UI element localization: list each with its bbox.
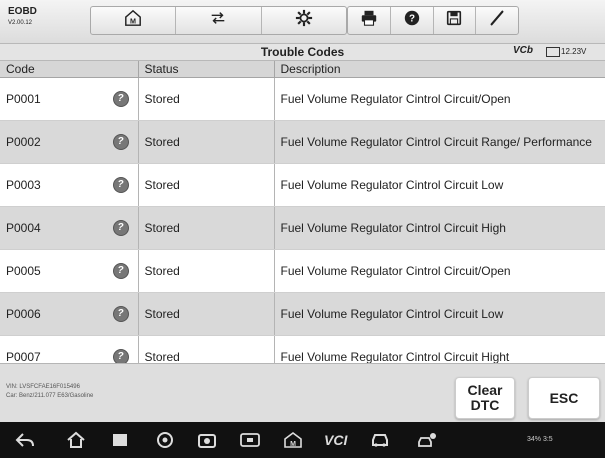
- trouble-codes-table: Code Status Description P0001? Stored Fu…: [0, 61, 605, 379]
- description-cell: Fuel Volume Regulator Cintrol Circuit Hi…: [274, 206, 605, 250]
- vehicle-swap-button[interactable]: [175, 7, 260, 34]
- footer-bar: VIN: LVSFCFAE16F015496 Car: Benz/211.077…: [0, 363, 605, 422]
- description-cell: Fuel Volume Regulator Cintrol Circuit Lo…: [274, 163, 605, 207]
- dtc-code: P0003: [6, 178, 41, 192]
- table-row[interactable]: P0004? Stored Fuel Volume Regulator Cint…: [0, 206, 605, 250]
- help-icon[interactable]: ?: [113, 178, 128, 192]
- vin-label: VIN: LVSFCFAE16F015496: [6, 384, 80, 390]
- code-cell: P0001?: [0, 77, 139, 121]
- description-cell: Fuel Volume Regulator Cintrol Circuit/Op…: [274, 249, 605, 293]
- clear-dtc-label: Clear DTC: [467, 383, 502, 413]
- table-row[interactable]: P0002? Stored Fuel Volume Regulator Cint…: [0, 120, 605, 164]
- table-row[interactable]: P0003? Stored Fuel Volume Regulator Cint…: [0, 163, 605, 207]
- clear-label-line2: DTC: [470, 397, 500, 413]
- help-icon[interactable]: ?: [113, 92, 128, 106]
- car-repair-icon[interactable]: [418, 431, 438, 449]
- save-icon: [445, 9, 463, 32]
- battery-icon: [546, 47, 560, 57]
- toolbar-group-secondary: ?: [347, 6, 519, 35]
- title-bar: Trouble Codes VCb 12.23V: [0, 44, 605, 61]
- vehicle-swap-icon: [209, 9, 227, 32]
- home-icon[interactable]: [66, 431, 86, 449]
- keyboard-icon[interactable]: [240, 431, 260, 449]
- table-row[interactable]: P0001? Stored Fuel Volume Regulator Cint…: [0, 77, 605, 121]
- toolbar-group-main: M: [90, 6, 347, 35]
- gear-icon: [295, 9, 313, 32]
- save-button[interactable]: [432, 7, 476, 34]
- camera-icon[interactable]: [197, 431, 217, 449]
- status-cell: Stored: [138, 120, 275, 164]
- column-header-description: Description: [274, 61, 605, 78]
- help-button[interactable]: ?: [389, 7, 433, 34]
- svg-text:M: M: [130, 16, 136, 25]
- back-icon[interactable]: [15, 431, 35, 449]
- autel-home-icon[interactable]: M: [283, 431, 303, 449]
- app-name: EOBD: [8, 6, 37, 17]
- app-version: V2.00.12: [8, 20, 33, 26]
- status-cell: Stored: [138, 77, 275, 121]
- help-icon[interactable]: ?: [113, 350, 128, 364]
- recent-apps-icon[interactable]: [110, 431, 130, 449]
- code-cell: P0002?: [0, 120, 139, 164]
- code-cell: P0003?: [0, 163, 139, 207]
- vci-status: VCb: [513, 45, 533, 56]
- svg-text:M: M: [290, 441, 296, 448]
- home-m-icon: M: [124, 9, 142, 32]
- system-status: 34% 3:5: [527, 436, 553, 443]
- code-cell: P0006?: [0, 292, 139, 336]
- table-row[interactable]: P0006? Stored Fuel Volume Regulator Cint…: [0, 292, 605, 336]
- browser-icon[interactable]: [155, 431, 175, 449]
- dtc-code: P0005: [6, 264, 41, 278]
- dtc-code: P0006: [6, 307, 41, 321]
- android-nav-bar: M VCI 34% 3:5: [0, 422, 605, 458]
- description-cell: Fuel Volume Regulator Cintrol Circuit Ra…: [274, 120, 605, 164]
- battery-voltage: 12.23V: [561, 47, 587, 56]
- vci-icon[interactable]: VCI: [324, 432, 352, 450]
- description-cell: Fuel Volume Regulator Cintrol Circuit Lo…: [274, 292, 605, 336]
- dtc-code: P0001: [6, 92, 41, 106]
- help-icon[interactable]: ?: [113, 135, 128, 149]
- table-header-row: Code Status Description: [0, 61, 605, 78]
- help-icon[interactable]: ?: [113, 307, 128, 321]
- car-label: Car: Benz/211.077 E63/Gasoline: [6, 393, 94, 399]
- settings-button[interactable]: [260, 7, 346, 34]
- column-header-status: Status: [138, 61, 275, 78]
- status-cell: Stored: [138, 206, 275, 250]
- help-icon: ?: [403, 9, 421, 32]
- status-cell: Stored: [138, 249, 275, 293]
- car-icon[interactable]: [370, 431, 390, 449]
- home-button[interactable]: M: [91, 7, 175, 34]
- dtc-code: P0004: [6, 221, 41, 235]
- dtc-code: P0002: [6, 135, 41, 149]
- status-cell: Stored: [138, 163, 275, 207]
- status-cell: Stored: [138, 292, 275, 336]
- code-cell: P0005?: [0, 249, 139, 293]
- code-cell: P0004?: [0, 206, 139, 250]
- printer-icon: [360, 9, 378, 32]
- help-icon[interactable]: ?: [113, 264, 128, 278]
- column-header-code: Code: [0, 61, 139, 78]
- esc-button[interactable]: ESC: [528, 377, 600, 419]
- dtc-code: P0007: [6, 350, 41, 364]
- table-row[interactable]: P0005? Stored Fuel Volume Regulator Cint…: [0, 249, 605, 293]
- pen-icon: [488, 9, 506, 32]
- top-toolbar: EOBD V2.00.12 M ?: [0, 0, 605, 44]
- svg-text:?: ?: [409, 14, 415, 25]
- clear-label-line1: Clear: [467, 382, 503, 398]
- description-cell: Fuel Volume Regulator Cintrol Circuit/Op…: [274, 77, 605, 121]
- help-icon[interactable]: ?: [113, 221, 128, 235]
- clear-dtc-button[interactable]: Clear DTC: [455, 377, 515, 419]
- edit-button[interactable]: [475, 7, 518, 34]
- print-button[interactable]: [348, 7, 390, 34]
